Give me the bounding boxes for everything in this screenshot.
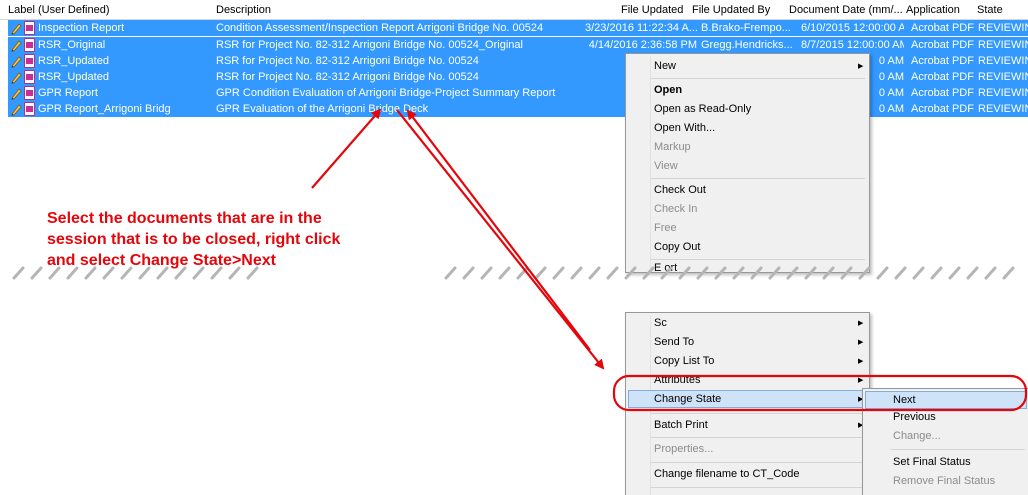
annotation-arrow-up xyxy=(311,108,382,189)
annotation-overlay xyxy=(0,108,1028,412)
torn-edge-divider xyxy=(0,266,1028,310)
annotation-arrow-back xyxy=(406,109,591,351)
highlight-oval xyxy=(612,374,1028,412)
annotation-arrow-down xyxy=(396,109,605,370)
